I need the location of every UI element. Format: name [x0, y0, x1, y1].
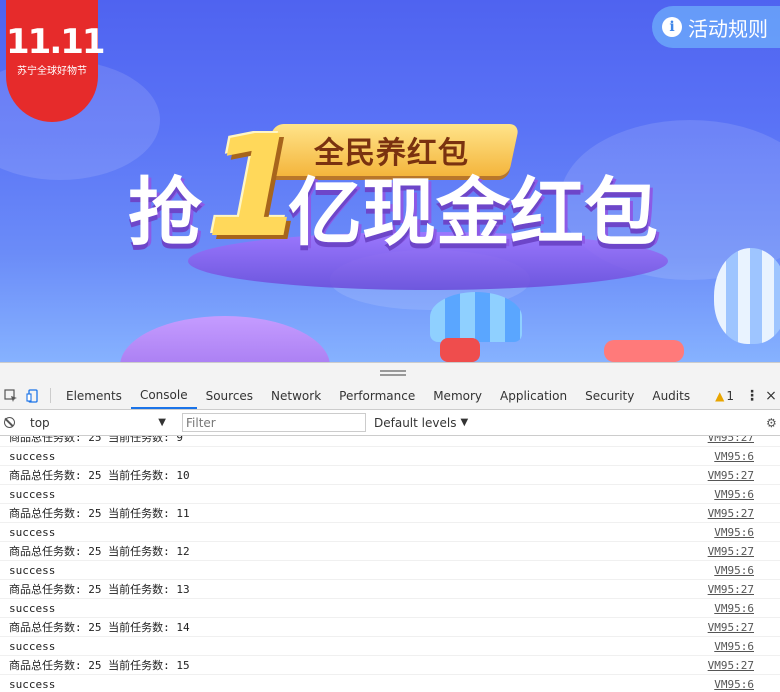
- double-eleven-badge: 11.11 苏宁全球好物节: [6, 0, 106, 122]
- info-icon: i: [662, 17, 682, 37]
- tab-network[interactable]: Network: [262, 382, 330, 409]
- tab-audits[interactable]: Audits: [643, 382, 699, 409]
- console-message-text: success: [9, 601, 56, 615]
- console-message: 商品总任务数: 25 当前任务数: 12 VM95:27: [0, 542, 780, 561]
- badge-subtitle: 苏宁全球好物节: [17, 66, 87, 77]
- headline-char: 亿: [288, 170, 362, 256]
- parachute-decoration: [430, 292, 522, 342]
- tab-security[interactable]: Security: [576, 382, 643, 409]
- console-source-link[interactable]: VM95:27: [708, 507, 754, 520]
- console-source-link[interactable]: VM95:6: [714, 602, 754, 615]
- chevron-down-icon: ▼: [158, 417, 166, 428]
- tab-elements[interactable]: Elements: [57, 382, 131, 409]
- console-message: success VM95:6: [0, 523, 780, 542]
- console-message-text: success: [9, 677, 56, 691]
- console-message-text: success: [9, 449, 56, 463]
- console-settings-icon[interactable]: ⚙: [766, 416, 780, 430]
- console-message-text: 商品总任务数: 25 当前任务数: 11: [9, 507, 190, 520]
- headline-char: 红: [510, 170, 584, 256]
- warning-icon: ▲: [715, 388, 725, 403]
- console-message-text: success: [9, 639, 56, 653]
- toolbar-divider: [50, 388, 51, 403]
- activity-rules-label: 活动规则: [688, 16, 768, 41]
- console-source-link[interactable]: VM95:27: [708, 621, 754, 634]
- console-source-link[interactable]: VM95:6: [714, 640, 754, 653]
- headline: 抢 亿 现 金 红 包: [128, 168, 668, 258]
- headline-char: 包: [584, 170, 658, 256]
- console-message-text: 商品总任务数: 25 当前任务数: 9: [9, 436, 183, 444]
- headline-char: 现: [362, 170, 436, 256]
- console-filter-input[interactable]: [182, 413, 366, 432]
- more-options-icon[interactable]: ⋮: [742, 382, 762, 409]
- console-toolbar: top ▼ Default levels ▼ ⚙: [0, 410, 780, 436]
- plane-decoration: [604, 340, 684, 362]
- console-message: success VM95:6: [0, 447, 780, 466]
- chevron-down-icon: ▼: [460, 417, 469, 428]
- context-selector-value: top: [30, 415, 50, 430]
- console-source-link[interactable]: VM95:27: [708, 469, 754, 482]
- console-source-link[interactable]: VM95:6: [714, 488, 754, 501]
- console-message-text: 商品总任务数: 25 当前任务数: 12: [9, 545, 190, 558]
- headline-char: 金: [436, 170, 510, 256]
- console-message-text: 商品总任务数: 25 当前任务数: 10: [9, 469, 190, 482]
- resize-grip-line: [380, 370, 406, 372]
- console-message: 商品总任务数: 25 当前任务数: 14 VM95:27: [0, 618, 780, 637]
- clear-console-icon[interactable]: [0, 417, 18, 428]
- console-message-text: success: [9, 487, 56, 501]
- resize-grip-line: [380, 374, 406, 376]
- hill-decoration: [120, 316, 330, 362]
- devtools-resize-handle[interactable]: [0, 362, 780, 382]
- context-selector[interactable]: top ▼: [26, 414, 170, 432]
- campaign-pill-text: 全民养红包: [313, 136, 469, 171]
- console-source-link[interactable]: VM95:6: [714, 678, 754, 691]
- console-source-link[interactable]: VM95:6: [714, 526, 754, 539]
- tab-memory[interactable]: Memory: [424, 382, 491, 409]
- badge-number: 11.11: [6, 22, 106, 62]
- console-log[interactable]: 商品总任务数: 25 当前任务数: 9 VM95:27 success VM95:6…: [0, 436, 780, 692]
- console-message: 商品总任务数: 25 当前任务数: 15 VM95:27: [0, 656, 780, 675]
- tab-application[interactable]: Application: [491, 382, 576, 409]
- log-levels-dropdown[interactable]: Default levels ▼: [374, 416, 468, 430]
- console-message-text: 商品总任务数: 25 当前任务数: 13: [9, 583, 190, 596]
- promo-banner: 11.11 苏宁全球好物节 i 活动规则 全民养红包 1 抢 亿 现 金 红 包: [0, 0, 780, 362]
- close-devtools-icon[interactable]: ×: [762, 382, 780, 409]
- device-toolbar-icon[interactable]: [22, 382, 44, 409]
- console-message-text: 商品总任务数: 25 当前任务数: 15: [9, 659, 190, 672]
- console-source-link[interactable]: VM95:27: [708, 436, 754, 444]
- console-source-link[interactable]: VM95:27: [708, 583, 754, 596]
- console-message: 商品总任务数: 25 当前任务数: 9 VM95:27: [0, 436, 780, 447]
- console-message-text: 商品总任务数: 25 当前任务数: 14: [9, 621, 190, 634]
- gift-decoration: [440, 338, 480, 362]
- console-message: success VM95:6: [0, 485, 780, 504]
- console-message-text: success: [9, 525, 56, 539]
- warning-count: 1: [726, 388, 734, 403]
- console-message: success VM95:6: [0, 675, 780, 692]
- hot-air-balloon-decoration: [714, 248, 780, 344]
- console-message: success VM95:6: [0, 561, 780, 580]
- log-levels-label: Default levels: [374, 415, 457, 430]
- console-message-text: success: [9, 563, 56, 577]
- console-source-link[interactable]: VM95:6: [714, 450, 754, 463]
- tab-console[interactable]: Console: [130, 382, 197, 409]
- inspect-element-icon[interactable]: [0, 382, 22, 409]
- tab-sources[interactable]: Sources: [197, 382, 262, 409]
- console-message: 商品总任务数: 25 当前任务数: 11 VM95:27: [0, 504, 780, 523]
- console-source-link[interactable]: VM95:27: [708, 659, 754, 672]
- warnings-counter[interactable]: ▲ 1: [707, 382, 742, 409]
- activity-rules-button[interactable]: i 活动规则: [652, 6, 780, 48]
- console-message: success VM95:6: [0, 599, 780, 618]
- console-source-link[interactable]: VM95:27: [708, 545, 754, 558]
- console-message: 商品总任务数: 25 当前任务数: 13 VM95:27: [0, 580, 780, 599]
- console-message: success VM95:6: [0, 637, 780, 656]
- console-source-link[interactable]: VM95:6: [714, 564, 754, 577]
- console-message: 商品总任务数: 25 当前任务数: 10 VM95:27: [0, 466, 780, 485]
- devtools-tab-bar: Elements Console Sources Network Perform…: [0, 382, 780, 410]
- headline-char: 抢: [128, 170, 202, 256]
- tab-performance[interactable]: Performance: [330, 382, 424, 409]
